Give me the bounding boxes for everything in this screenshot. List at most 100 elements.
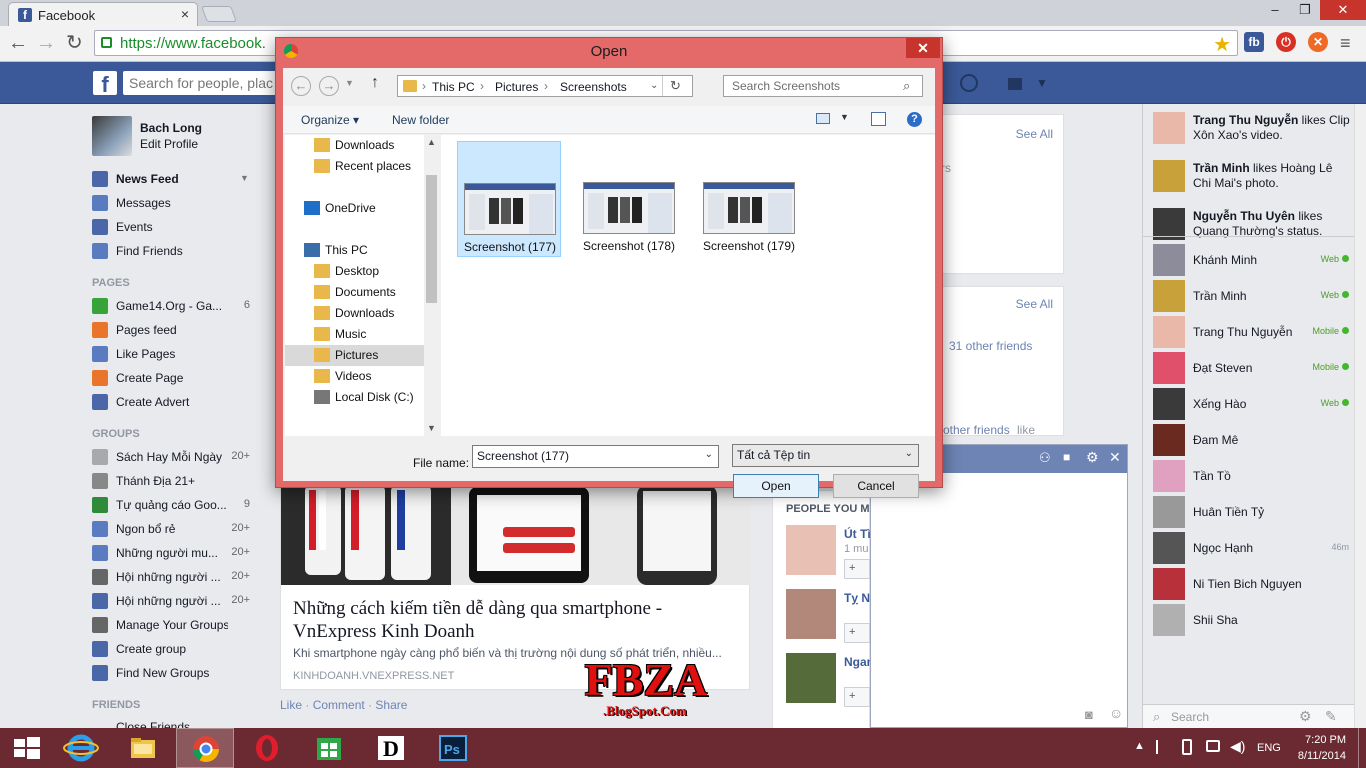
nav-news-feed[interactable]: News Feed ▼: [92, 169, 262, 189]
chat-options-gear-icon[interactable]: ⚙: [1299, 708, 1312, 725]
like-link[interactable]: Like: [280, 698, 302, 712]
nav-tree-item[interactable]: OneDrive: [304, 198, 439, 219]
action-center-flag-icon[interactable]: [1156, 740, 1168, 754]
breadcrumb-screenshots[interactable]: Screenshots: [560, 80, 627, 94]
chat-friend[interactable]: Shii Sha: [1153, 604, 1353, 638]
power-extension-icon[interactable]: ⏻: [1276, 32, 1296, 52]
page-scrollbar[interactable]: [1354, 104, 1366, 728]
news-feed-options-icon[interactable]: ▼: [240, 173, 249, 183]
nav-tree-item[interactable]: Desktop: [314, 261, 439, 282]
new-tab-button[interactable]: [201, 6, 237, 22]
nav-manage-groups[interactable]: Manage Your Groups: [92, 615, 262, 635]
pymk-photo[interactable]: [786, 653, 836, 703]
see-all-link[interactable]: See All: [1016, 297, 1053, 311]
other-friends-link[interactable]: 31 other friends: [949, 339, 1032, 353]
power-battery-icon[interactable]: [1182, 739, 1192, 755]
story-link-image[interactable]: [281, 485, 751, 585]
recent-locations-chevron-icon[interactable]: ▼: [345, 78, 354, 88]
story-headline[interactable]: Những cách kiếm tiền dễ dàng qua smartph…: [293, 597, 733, 643]
browser-tab[interactable]: f Facebook ×: [8, 2, 198, 26]
file-item[interactable]: Screenshot (178): [577, 141, 681, 257]
scroll-down-icon[interactable]: ▼: [427, 423, 436, 433]
chat-search-bar[interactable]: ⌕ Search ⚙ ✎: [1143, 704, 1361, 728]
nav-find-friends[interactable]: Find Friends: [92, 241, 262, 261]
file-item[interactable]: Screenshot (177): [457, 141, 561, 257]
nav-tree-item[interactable]: Documents: [314, 282, 439, 303]
minimize-button[interactable]: –: [1260, 0, 1290, 20]
ticker-item[interactable]: Trần Minh likes Hoàng Lê Chi Mai's photo…: [1153, 158, 1358, 198]
chat-friend[interactable]: Đạt Steven Mobile: [1153, 352, 1353, 386]
facebook-search-input[interactable]: Search for people, plac: [123, 71, 293, 95]
privacy-lock-icon[interactable]: [1008, 78, 1022, 90]
profile-avatar[interactable]: [92, 116, 132, 156]
nav-group-2[interactable]: Thánh Địa 21+: [92, 471, 262, 491]
taskbar-chrome[interactable]: [176, 728, 234, 768]
add-friend-button[interactable]: +: [844, 559, 870, 579]
view-options-chevron-icon[interactable]: ▼: [840, 112, 849, 122]
nav-group-4[interactable]: Ngon bổ rẻ 20+: [92, 519, 262, 539]
globe-notifications-icon[interactable]: [960, 74, 978, 92]
navigation-pane-scrollbar[interactable]: ▲ ▼: [424, 135, 439, 436]
menu-icon[interactable]: ≡: [1340, 32, 1351, 54]
chat-settings-gear-icon[interactable]: ⚙: [1086, 449, 1099, 466]
ticker-item[interactable]: Trang Thu Nguyễn likes Clip Xôn Xao's vi…: [1153, 110, 1358, 150]
maximize-button[interactable]: ❐: [1290, 0, 1320, 20]
up-arrow-icon[interactable]: ↑: [371, 74, 379, 92]
nav-events[interactable]: Events: [92, 217, 262, 237]
chat-friend[interactable]: Ngọc Hạnh 46m: [1153, 532, 1353, 566]
file-item[interactable]: Screenshot (179): [697, 141, 801, 257]
see-all-link[interactable]: See All: [1016, 127, 1053, 141]
chat-friend[interactable]: Xếng Hào Web: [1153, 388, 1353, 422]
file-type-dropdown-icon[interactable]: ⌄: [905, 448, 913, 459]
video-call-icon[interactable]: ■: [1063, 450, 1070, 464]
nav-create-page[interactable]: Create Page: [92, 368, 262, 388]
taskbar-photoshop[interactable]: Ps: [424, 728, 482, 768]
nav-group-1[interactable]: Sách Hay Mỗi Ngày 20+: [92, 447, 262, 467]
nav-messages[interactable]: Messages: [92, 193, 262, 213]
file-type-select[interactable]: Tất cả Tệp tin ⌄: [732, 444, 919, 467]
camera-icon[interactable]: ◙: [1085, 707, 1093, 722]
nav-tree-item[interactable]: Videos: [314, 366, 439, 387]
nav-tree-item[interactable]: Music: [314, 324, 439, 345]
scroll-thumb[interactable]: [426, 175, 437, 303]
tab-close-icon[interactable]: ×: [181, 6, 189, 22]
clock-date[interactable]: 8/11/2014: [1292, 750, 1346, 762]
new-folder-button[interactable]: New folder: [392, 113, 449, 127]
pymk-photo[interactable]: [786, 525, 836, 575]
help-icon[interactable]: ?: [907, 112, 922, 127]
nav-tree-item[interactable]: Downloads: [314, 135, 439, 156]
nav-group-7[interactable]: Hội những người ... 20+: [92, 591, 262, 611]
chat-friend[interactable]: Tần Tồ: [1153, 460, 1353, 494]
add-friend-button[interactable]: +: [844, 687, 870, 707]
chat-friend[interactable]: Đam Mê: [1153, 424, 1353, 458]
taskbar-store[interactable]: [300, 728, 358, 768]
pymk-name[interactable]: Út Tì: [844, 527, 871, 541]
nav-group-5[interactable]: Những người mu... 20+: [92, 543, 262, 563]
back-arrow-icon[interactable]: ←: [291, 76, 311, 96]
bookmark-star-icon[interactable]: ★: [1213, 32, 1231, 57]
facebook-logo-icon[interactable]: f: [93, 71, 117, 97]
file-name-dropdown-icon[interactable]: ⌄: [705, 449, 713, 460]
breadcrumb-pictures[interactable]: Pictures: [495, 80, 538, 94]
chat-friend[interactable]: Khánh Minh Web: [1153, 244, 1353, 278]
chat-search-input[interactable]: Search: [1171, 710, 1209, 724]
dialog-close-button[interactable]: ✕: [906, 38, 940, 58]
forward-arrow-icon[interactable]: →: [36, 32, 56, 54]
edit-profile-link[interactable]: Edit Profile: [140, 137, 198, 151]
nav-create-advert[interactable]: Create Advert: [92, 392, 262, 412]
taskbar-file-explorer[interactable]: [114, 728, 172, 768]
ticker-item[interactable]: Nguyễn Thu Uyên likes Quang Thường's sta…: [1153, 206, 1358, 246]
nav-tree-item[interactable]: Downloads: [314, 303, 439, 324]
nav-pages-feed[interactable]: Pages feed: [92, 320, 262, 340]
chat-close-icon[interactable]: ✕: [1109, 449, 1121, 466]
breadcrumb-this-pc[interactable]: This PC: [432, 80, 475, 94]
open-button[interactable]: Open: [733, 474, 819, 498]
nav-like-pages[interactable]: Like Pages: [92, 344, 262, 364]
language-indicator[interactable]: ENG: [1257, 742, 1281, 754]
fb-extension-icon[interactable]: fb: [1244, 32, 1264, 52]
taskbar-opera[interactable]: [238, 728, 296, 768]
chat-friend[interactable]: Trần Minh Web: [1153, 280, 1353, 314]
organize-button[interactable]: Organize ▾: [301, 113, 359, 127]
nav-group-3[interactable]: Tự quảng cáo Goo... 9: [92, 495, 262, 515]
show-desktop-button[interactable]: [1358, 728, 1366, 768]
